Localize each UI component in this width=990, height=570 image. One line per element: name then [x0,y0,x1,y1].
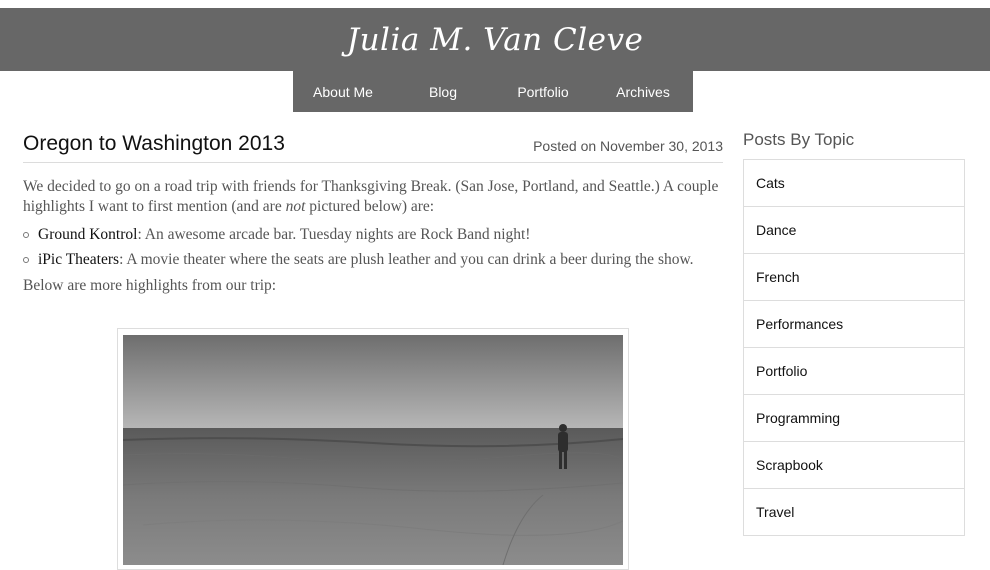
topic-scrapbook[interactable]: Scrapbook [744,442,964,489]
post-body: We decided to go on a road trip with fri… [23,177,723,296]
topic-french[interactable]: French [744,254,964,301]
post-intro: We decided to go on a road trip with fri… [23,177,723,217]
topic-dance[interactable]: Dance [744,207,964,254]
intro-emphasis: not [285,198,306,215]
highlight-link-ipic-theaters[interactable]: iPic Theaters [38,251,119,268]
nav-archives[interactable]: Archives [593,71,693,112]
nav-blog[interactable]: Blog [393,71,493,112]
post-outro: Below are more highlights from our trip: [23,277,277,294]
nav-about-me[interactable]: About Me [293,71,393,112]
post-title[interactable]: Oregon to Washington 2013 [23,130,285,158]
intro-text-end: pictured below) are: [305,198,435,215]
nav-portfolio[interactable]: Portfolio [493,71,593,112]
topic-portfolio[interactable]: Portfolio [744,348,964,395]
topic-travel[interactable]: Travel [744,489,964,535]
desert-photo[interactable] [123,335,623,565]
post-date: Posted on November 30, 2013 [533,138,723,154]
post-header: Oregon to Washington 2013 Posted on Nove… [23,128,723,163]
highlight-link-ground-kontrol[interactable]: Ground Kontrol [38,226,137,243]
site-title[interactable]: Julia M. Van Cleve [347,22,644,58]
list-item: iPic Theaters: A movie theater where the… [23,250,723,270]
bullet-icon [23,232,29,238]
sidebar: Posts By Topic Cats Dance French Perform… [743,130,965,536]
photo-image [123,335,623,565]
highlights-list: Ground Kontrol: An awesome arcade bar. T… [23,225,723,270]
list-item: Ground Kontrol: An awesome arcade bar. T… [23,225,723,245]
blog-post: Oregon to Washington 2013 Posted on Nove… [23,128,723,296]
site-header: Julia M. Van Cleve [0,8,990,71]
highlight-description: : An awesome arcade bar. Tuesday nights … [137,226,531,243]
sidebar-heading: Posts By Topic [743,130,855,149]
main-nav: About Me Blog Portfolio Archives [293,71,693,112]
topic-performances[interactable]: Performances [744,301,964,348]
topic-cats[interactable]: Cats [744,160,964,207]
topic-programming[interactable]: Programming [744,395,964,442]
highlight-description: : A movie theater where the seats are pl… [119,251,694,268]
photo-frame [117,328,629,570]
topic-list: Cats Dance French Performances Portfolio… [743,159,965,536]
bullet-icon [23,257,29,263]
